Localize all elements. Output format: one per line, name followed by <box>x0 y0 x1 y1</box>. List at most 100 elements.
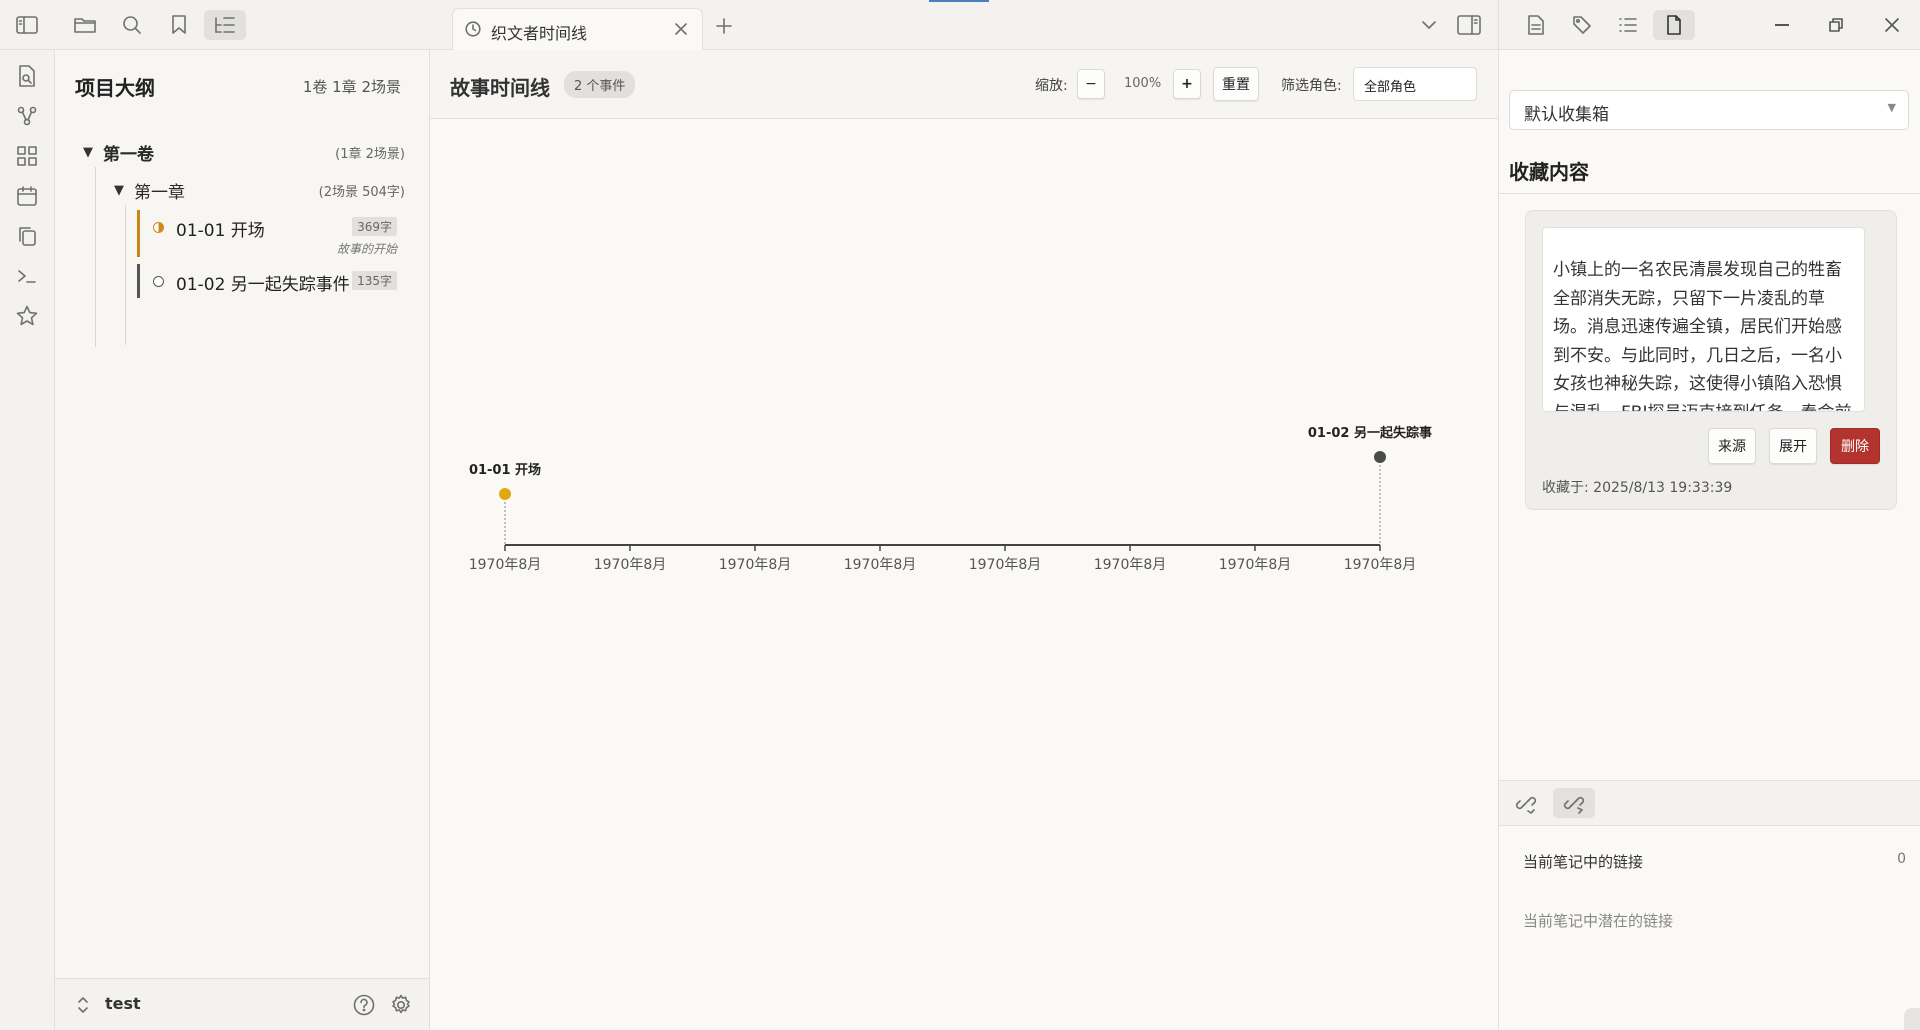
outgoing-links-icon[interactable] <box>1553 788 1595 818</box>
outline-summary: 1卷 1章 2场景 <box>302 78 401 96</box>
tab-label: 织文者时间线 <box>491 24 588 43</box>
tab-timeline[interactable]: 织文者时间线 <box>452 8 703 50</box>
zoom-out-button[interactable]: − <box>1077 69 1105 99</box>
left-topbar <box>0 0 430 50</box>
word-count-badge: 135字 <box>352 271 397 290</box>
scene-label: 01-01 开场 <box>176 221 265 241</box>
timeline-chart: 1970年8月 1970年8月 1970年8月 1970年8月 1970年8月 1970年… <box>469 425 1432 573</box>
vault-name[interactable]: test <box>105 994 141 1013</box>
chapter-row[interactable]: ▼ 第一章 <box>114 178 185 203</box>
list-icon[interactable] <box>1607 10 1649 40</box>
help-icon[interactable] <box>353 994 375 1016</box>
divider <box>1499 193 1920 194</box>
axis-tick-label: 1970年8月 <box>1094 557 1167 573</box>
axis-tick-label: 1970年8月 <box>469 557 542 573</box>
tab-list-chevron-icon[interactable] <box>1421 19 1437 31</box>
file-search-icon[interactable] <box>13 62 41 90</box>
tags-icon[interactable] <box>1561 10 1603 40</box>
zoom-in-button[interactable]: + <box>1173 69 1201 99</box>
search-icon[interactable] <box>111 10 153 40</box>
inbox-select[interactable]: 默认收集箱 ▼ <box>1509 90 1909 130</box>
zoom-value: 100% <box>1124 76 1162 91</box>
chapter-meta: (2场景 504字) <box>318 185 405 200</box>
reset-button[interactable]: 重置 <box>1213 67 1259 101</box>
right-sidebar-toggle-icon[interactable] <box>1457 15 1481 35</box>
volume-row[interactable]: ▼ 第一卷 <box>83 140 154 165</box>
calendar-icon[interactable] <box>13 182 41 210</box>
filter-role-label: 筛选角色: <box>1281 78 1342 94</box>
minimize-icon[interactable] <box>1775 24 1789 26</box>
scroll-handle[interactable] <box>1904 1008 1920 1030</box>
close-tab-icon[interactable] <box>673 21 689 37</box>
chapter-label: 第一章 <box>134 183 185 203</box>
event-label[interactable]: 01-01 开场 <box>469 463 541 478</box>
chevron-down-icon: ▼ <box>1887 101 1896 114</box>
star-icon[interactable] <box>13 302 41 330</box>
dashboard-icon[interactable] <box>13 142 41 170</box>
outline-sidebar: 项目大纲 1卷 1章 2场景 ▼ 第一卷 (1章 2场景) ▼ 第一章 (2场景… <box>55 50 430 978</box>
volume-label: 第一卷 <box>103 145 154 165</box>
favorites-panel: 默认收集箱 ▼ 收藏内容 小镇上的一名农民清晨发现自己的牲畜全部消失无踪，只留下… <box>1498 50 1920 780</box>
terminal-icon[interactable] <box>13 262 41 290</box>
status-half-icon <box>153 222 164 233</box>
graph-icon[interactable] <box>13 102 41 130</box>
saved-timestamp: 收藏于: 2025/8/13 19:33:39 <box>1542 480 1733 496</box>
settings-gear-icon[interactable] <box>390 994 412 1016</box>
role-filter-select[interactable]: 全部角色 <box>1353 67 1477 101</box>
potential-links-label[interactable]: 当前笔记中潜在的链接 <box>1523 910 1673 931</box>
close-window-icon[interactable] <box>1884 17 1900 33</box>
expand-button[interactable]: 展开 <box>1769 428 1817 464</box>
copy-icon[interactable] <box>13 222 41 250</box>
links-tabs <box>1499 780 1920 826</box>
new-tab-icon[interactable] <box>715 17 733 35</box>
outline-title: 项目大纲 <box>75 76 155 100</box>
folder-icon[interactable] <box>64 10 106 40</box>
axis-tick-label: 1970年8月 <box>969 557 1042 573</box>
timeline-title: 故事时间线 <box>450 76 550 100</box>
scene-item[interactable]: 01-02 另一起失踪事件 135字 <box>137 264 407 298</box>
links-panel: 当前笔记中的链接 0 当前笔记中潜在的链接 <box>1498 780 1920 1030</box>
vault-footer: test <box>55 978 430 1030</box>
left-ribbon <box>0 50 55 1030</box>
current-links-label[interactable]: 当前笔记中的链接 <box>1523 851 1643 872</box>
file-properties-icon[interactable] <box>1515 10 1557 40</box>
tab-bar: 织文者时间线 <box>430 0 1498 50</box>
timeline-view: 故事时间线 2 个事件 缩放: − 100% + 重置 筛选角色: 全部角色 1… <box>430 50 1498 1030</box>
inbox-select-value: 默认收集箱 <box>1524 105 1609 125</box>
axis-tick-label: 1970年8月 <box>844 557 917 573</box>
scene-label: 01-02 另一起失踪事件 <box>176 275 350 295</box>
sidebar-toggle-icon[interactable] <box>6 10 48 40</box>
right-panel-header <box>1498 0 1920 50</box>
event-marker[interactable] <box>1374 451 1386 463</box>
scene-subtitle: 故事的开始 <box>336 242 397 256</box>
backlinks-icon[interactable] <box>1505 788 1547 818</box>
source-button[interactable]: 来源 <box>1708 428 1756 464</box>
delete-button[interactable]: 删除 <box>1830 428 1880 464</box>
clock-icon <box>465 21 481 37</box>
axis-tick-label: 1970年8月 <box>1219 557 1292 573</box>
file-icon[interactable] <box>1653 10 1695 40</box>
collapse-triangle-icon[interactable]: ▼ <box>83 145 93 160</box>
status-empty-icon <box>153 276 164 287</box>
event-label[interactable]: 01-02 另一起失踪事 <box>1308 425 1432 441</box>
outline-icon[interactable] <box>204 10 246 40</box>
scene-item[interactable]: 01-01 开场 369字 故事的开始 <box>137 210 407 257</box>
tree-guide <box>125 205 126 345</box>
timeline-toolbar: 故事时间线 2 个事件 缩放: − 100% + 重置 筛选角色: 全部角色 <box>430 50 1498 119</box>
vault-switcher-icon[interactable] <box>77 996 89 1014</box>
event-marker[interactable] <box>499 488 511 500</box>
current-links-count: 0 <box>1897 851 1906 867</box>
volume-meta: (1章 2场景) <box>335 147 405 162</box>
word-count-badge: 369字 <box>352 217 397 236</box>
restore-icon[interactable] <box>1829 18 1843 32</box>
favorites-title: 收藏内容 <box>1509 160 1589 184</box>
axis-tick-label: 1970年8月 <box>594 557 667 573</box>
tree-guide <box>95 167 96 347</box>
favorite-card: 小镇上的一名农民清晨发现自己的牲畜全部消失无踪，只留下一片凌乱的草场。消息迅速传… <box>1525 210 1897 510</box>
event-count-badge: 2 个事件 <box>564 71 636 98</box>
bookmark-icon[interactable] <box>158 10 200 40</box>
axis-tick-label: 1970年8月 <box>1344 557 1417 573</box>
axis-tick-label: 1970年8月 <box>719 557 792 573</box>
collapse-triangle-icon[interactable]: ▼ <box>114 183 124 198</box>
favorite-card-text[interactable]: 小镇上的一名农民清晨发现自己的牲畜全部消失无踪，只留下一片凌乱的草场。消息迅速传… <box>1542 227 1865 412</box>
